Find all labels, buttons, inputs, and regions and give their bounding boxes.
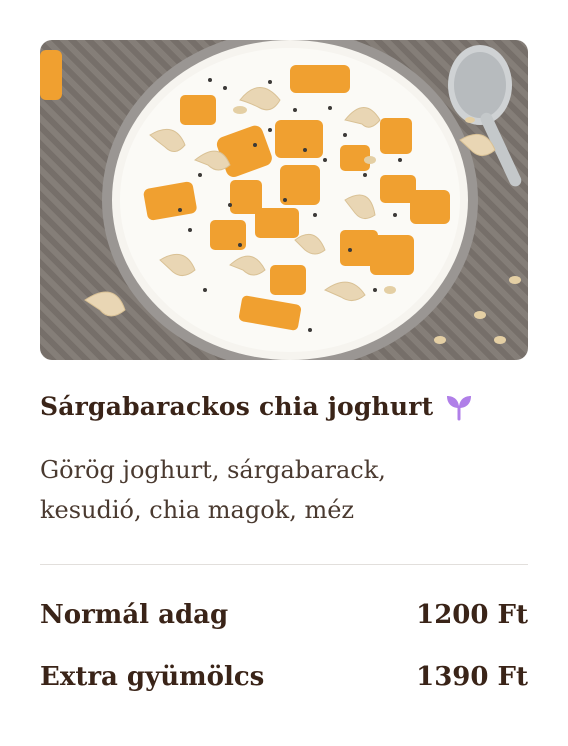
product-description: Görög joghurt, sárgabarack, kesudió, chi…: [40, 456, 386, 524]
yoghurt-bowl-illustration: [40, 40, 522, 360]
price-value: 1390 Ft: [416, 662, 528, 692]
title-row: Sárgabarackos chia joghurt: [40, 392, 473, 421]
product-card: Sárgabarackos chia joghurt Görög joghurt…: [40, 40, 528, 692]
price-value: 1200 Ft: [416, 600, 528, 630]
product-title: Sárgabarackos chia joghurt: [40, 392, 434, 421]
sprout-icon: [445, 393, 473, 421]
price-row-normal: Normál adag 1200 Ft: [40, 600, 528, 630]
price-row-extra: Extra gyümölcs 1390 Ft: [40, 662, 528, 692]
price-label: Extra gyümölcs: [40, 662, 265, 692]
divider: [40, 564, 528, 565]
product-photo: [40, 40, 528, 360]
price-label: Normál adag: [40, 600, 229, 630]
